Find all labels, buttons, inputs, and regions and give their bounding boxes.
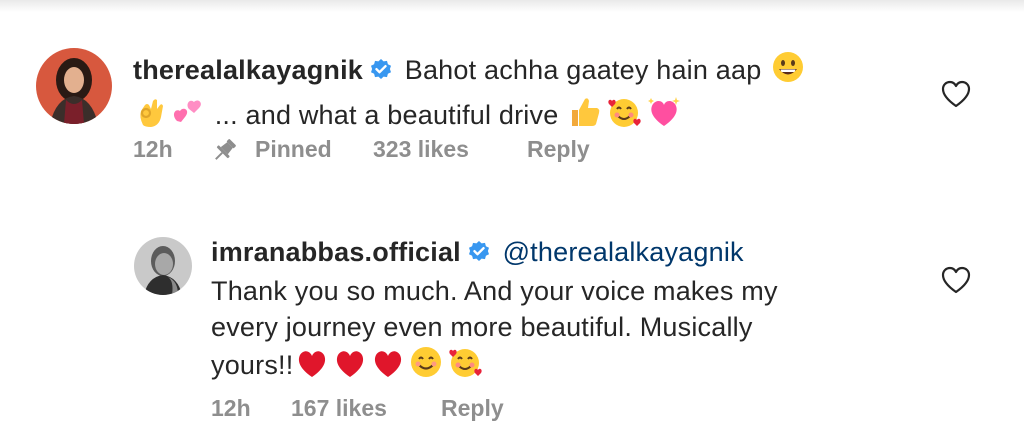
comment-body: therealalkayagnik Bahot achha gaatey hai… <box>133 50 893 138</box>
reply-meta: 12h 167 likes Reply <box>211 395 551 425</box>
comment-text-line2: ... and what a beautiful drive <box>214 100 559 130</box>
pin-icon <box>210 135 240 171</box>
smiling-face-icon <box>409 345 443 388</box>
red-heart-icon <box>371 347 405 388</box>
like-heart-icon[interactable] <box>941 80 971 108</box>
thumbs-up-icon <box>568 95 602 138</box>
like-heart-icon[interactable] <box>941 266 971 294</box>
reply-reply-button[interactable]: Reply <box>441 395 504 422</box>
comment-text-line1: Bahot achha gaatey hain aap <box>404 55 762 85</box>
likes-count[interactable]: 323 likes <box>373 136 469 163</box>
avatar-image <box>134 237 192 295</box>
reply-time[interactable]: 12h <box>211 395 251 422</box>
verified-badge-icon <box>369 55 393 91</box>
reply-username[interactable]: imranabbas.official <box>211 237 461 267</box>
reply-text-line1: Thank you so much. And your voice makes … <box>211 276 778 306</box>
reply-body: imranabbas.official @therealalkayagnik T… <box>211 234 911 388</box>
comment-meta: 12h Pinned 323 likes Reply <box>133 136 653 166</box>
grinning-face-icon <box>771 50 805 93</box>
reply-mention-link[interactable]: @therealalkayagnik <box>503 237 744 267</box>
avatar-imranabbas[interactable] <box>134 237 192 295</box>
avatar-therealalkayagnik[interactable] <box>36 48 112 124</box>
reply-button[interactable]: Reply <box>527 136 590 163</box>
reply-text-line2: every journey even more beautiful. Music… <box>211 312 753 342</box>
reply-likes-count[interactable]: 167 likes <box>291 395 387 422</box>
red-heart-icon <box>295 347 329 388</box>
red-heart-icon <box>333 347 367 388</box>
top-divider <box>0 0 1024 12</box>
sparkling-heart-icon <box>646 95 682 138</box>
two-hearts-icon <box>171 95 205 138</box>
comment-time[interactable]: 12h <box>133 136 173 163</box>
comment-username[interactable]: therealalkayagnik <box>133 55 363 85</box>
verified-badge-icon <box>467 237 491 273</box>
reply-text-line3: yours!! <box>211 350 294 380</box>
smiling-face-with-hearts-icon <box>606 95 642 138</box>
ok-hand-icon <box>135 95 167 138</box>
pinned-label: Pinned <box>255 136 332 162</box>
avatar-image <box>36 48 112 124</box>
smiling-face-with-hearts-icon <box>447 345 483 388</box>
